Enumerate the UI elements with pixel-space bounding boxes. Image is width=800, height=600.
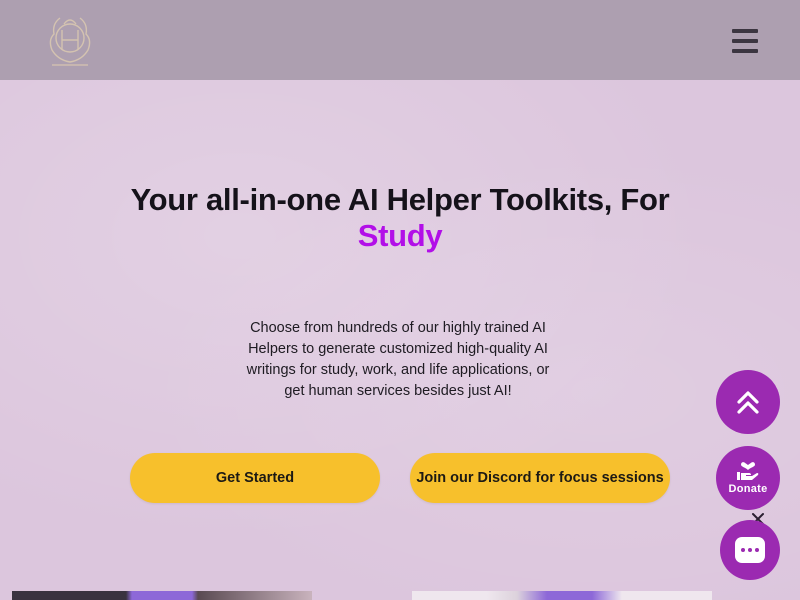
brand-logo[interactable] xyxy=(40,10,100,70)
hero-description: Choose from hundreds of our highly train… xyxy=(246,320,550,399)
hero-title: Your all-in-one AI Helper Toolkits, For … xyxy=(60,182,740,254)
hero-title-accent: Study xyxy=(357,218,443,253)
preview-image-right xyxy=(412,591,712,600)
scroll-to-top-button[interactable] xyxy=(716,370,780,434)
site-header xyxy=(0,0,800,80)
donate-button[interactable]: Donate xyxy=(716,446,780,510)
heart-hand-icon xyxy=(737,462,759,480)
hero-title-main: Your all-in-one AI Helper Toolkits, For xyxy=(130,182,670,217)
donate-label: Donate xyxy=(728,483,768,495)
get-started-button[interactable]: Get Started xyxy=(130,453,380,503)
double-chevron-up-icon xyxy=(737,391,759,414)
hamburger-menu-icon[interactable] xyxy=(728,26,762,56)
chat-widget-button[interactable] xyxy=(720,520,780,580)
join-discord-button[interactable]: Join our Discord for focus sessions xyxy=(410,453,670,503)
preview-image-left xyxy=(12,591,312,600)
chat-bubble-icon xyxy=(735,537,765,563)
